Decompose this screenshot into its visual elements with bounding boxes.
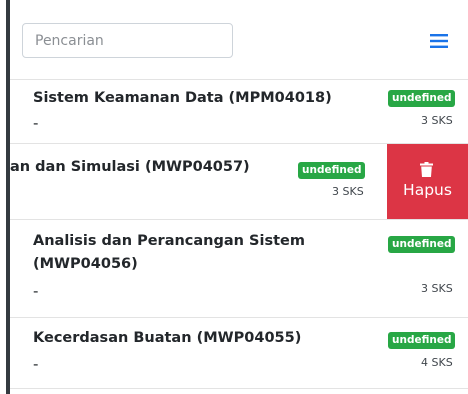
sks-label: 3 SKS	[421, 114, 453, 127]
delete-label: Hapus	[403, 181, 452, 199]
search-input[interactable]	[22, 23, 233, 58]
hamburger-menu-icon[interactable]	[430, 34, 448, 48]
course-list-item[interactable]: Sistem Keamanan Data (MPM04018) - undefi…	[10, 80, 468, 144]
status-badge: undefined	[388, 236, 456, 253]
course-subtitle: -	[33, 282, 39, 300]
status-badge: undefined	[298, 162, 366, 179]
trash-icon	[420, 162, 433, 177]
status-badge: undefined	[388, 332, 456, 349]
sks-label: 4 SKS	[421, 356, 453, 369]
course-title: Sistem Keamanan Data (MPM04018)	[33, 90, 332, 106]
sks-label: 3 SKS	[332, 185, 364, 198]
course-title: an dan Simulasi (MWP04057)	[10, 159, 250, 175]
course-title: Analisis dan Perancangan Sistem (MWP0405…	[33, 233, 305, 272]
course-list-item-swiped[interactable]: an dan Simulasi (MWP04057) undefined 3 S…	[10, 144, 468, 220]
course-subtitle: -	[33, 355, 39, 373]
course-title: Kecerdasan Buatan (MWP04055)	[33, 330, 302, 346]
course-list-item[interactable]: Kecerdasan Buatan (MWP04055) - undefined…	[10, 318, 468, 389]
sks-label: 3 SKS	[421, 282, 453, 295]
course-list-item[interactable]: Analisis dan Perancangan Sistem (MWP0405…	[10, 220, 468, 318]
search-bar	[10, 0, 468, 80]
delete-button[interactable]: Hapus	[387, 144, 468, 219]
status-badge: undefined	[388, 90, 456, 107]
course-subtitle: -	[33, 114, 39, 132]
